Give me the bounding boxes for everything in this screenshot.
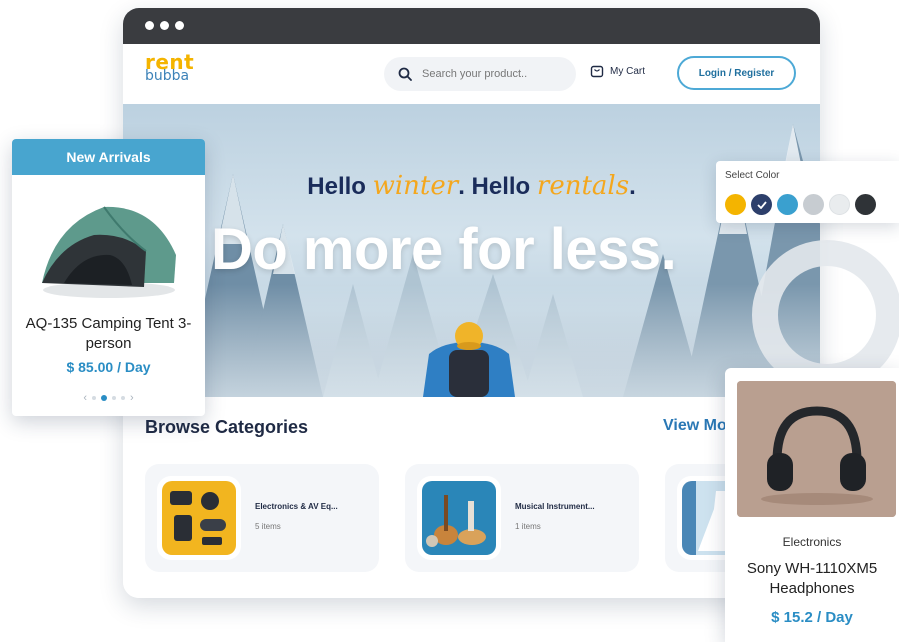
- color-swatches: [725, 194, 876, 215]
- window-dot-icon: [160, 21, 169, 30]
- product-name: Sony WH-1110XM5 Headphones: [746, 560, 878, 597]
- tent-image: [42, 206, 176, 298]
- hero-word-rentals: rentals: [536, 171, 630, 201]
- instruments-image: [426, 495, 486, 547]
- new-arrivals-card[interactable]: New Arrivals AQ-135 Camping Tent 3-perso…: [12, 139, 205, 416]
- pager-dot[interactable]: [121, 396, 125, 400]
- browser-window: rent bubba My Cart Login / Register: [123, 8, 820, 598]
- pager-dot-active[interactable]: [101, 395, 107, 401]
- new-arrivals-header: New Arrivals: [12, 139, 205, 175]
- chevron-left-icon[interactable]: ‹: [83, 392, 87, 404]
- hero-word-winter: winter: [372, 171, 459, 201]
- chevron-right-icon[interactable]: ›: [130, 392, 134, 404]
- product-price: $ 15.2 / Day: [771, 609, 853, 626]
- color-picker-card: Select Color: [716, 161, 899, 223]
- color-swatch-blue[interactable]: [777, 194, 798, 215]
- headphones-image: [737, 381, 896, 517]
- search-bar[interactable]: [384, 57, 576, 91]
- browser-chrome: [123, 8, 820, 44]
- category-name: Musical Instrument...: [515, 502, 595, 511]
- category-count: 1 items: [515, 522, 541, 531]
- category-name: Electronics & AV Eq...: [255, 502, 338, 511]
- cart-icon: [590, 65, 604, 78]
- hero-tagline: Do more for less.: [211, 217, 677, 282]
- browse-categories-section: Browse Categories View More Electronics …: [123, 397, 820, 598]
- window-dot-icon: [145, 21, 154, 30]
- search-input[interactable]: [422, 68, 562, 80]
- color-swatch-gray[interactable]: [803, 194, 824, 215]
- cart-button[interactable]: My Cart: [590, 64, 645, 78]
- color-swatch-yellow[interactable]: [725, 194, 746, 215]
- color-swatch-black[interactable]: [855, 194, 876, 215]
- category-count: 5 items: [255, 522, 281, 531]
- hero-period: .: [629, 173, 636, 200]
- category-card-musical-instruments[interactable]: Musical Instrument... 1 items: [405, 464, 639, 572]
- check-icon: [756, 200, 767, 209]
- product-category: Electronics: [782, 535, 842, 549]
- logo[interactable]: rent bubba: [145, 52, 194, 83]
- color-swatch-light-gray[interactable]: [829, 194, 850, 215]
- hero-hello-2: . Hello: [458, 173, 537, 200]
- color-picker-label: Select Color: [725, 170, 780, 181]
- logo-text-bubba: bubba: [145, 68, 190, 84]
- hero-hello-1: Hello: [307, 173, 373, 200]
- window-dot-icon: [175, 21, 184, 30]
- navbar: rent bubba My Cart Login / Register: [123, 44, 820, 104]
- login-register-button[interactable]: Login / Register: [677, 56, 796, 90]
- electronics-image: [170, 491, 226, 545]
- category-thumbnail: [157, 476, 241, 560]
- search-icon: [398, 67, 412, 81]
- pager-dot[interactable]: [112, 396, 116, 400]
- featured-product-card[interactable]: Electronics Sony WH-1110XM5 Headphones $…: [725, 368, 899, 642]
- pager-dot[interactable]: [92, 396, 96, 400]
- category-thumbnail: [417, 476, 501, 560]
- carousel-pager: ‹ ›: [12, 392, 205, 404]
- cart-label: My Cart: [610, 65, 645, 77]
- hero-banner: Hello winter. Hello rentals. Do more for…: [123, 104, 820, 397]
- section-title: Browse Categories: [145, 417, 309, 437]
- product-price: $ 85.00 / Day: [66, 359, 151, 375]
- product-name: AQ-135 Camping Tent 3-person: [25, 315, 192, 352]
- category-card-electronics[interactable]: Electronics & AV Eq... 5 items: [145, 464, 379, 572]
- color-swatch-navy-selected[interactable]: [751, 194, 772, 215]
